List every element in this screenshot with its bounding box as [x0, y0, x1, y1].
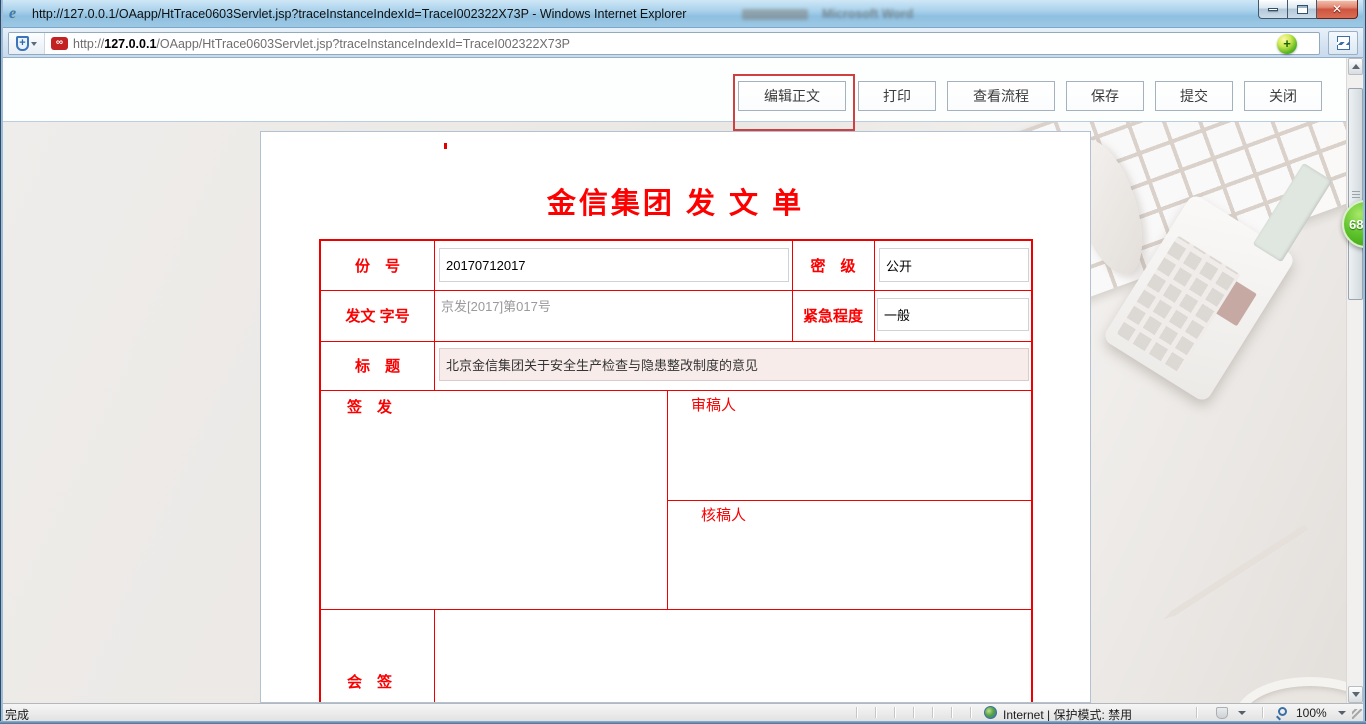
chevron-down-icon — [31, 42, 37, 46]
urgency-input[interactable] — [877, 298, 1029, 331]
table-line — [667, 500, 1031, 501]
label-countersign: 会 签 — [347, 671, 392, 692]
title-bar: e http://127.0.0.1/OAapp/HtTrace0603Serv… — [0, 0, 1366, 28]
label-doc-number: 发文 字号 — [321, 290, 434, 341]
minimize-button[interactable] — [1258, 0, 1287, 19]
annotation-highlight-box — [733, 74, 855, 131]
photo-dish — [1235, 677, 1346, 703]
zoom-level[interactable]: 100% — [1296, 706, 1327, 720]
vertical-scrollbar[interactable] — [1346, 58, 1363, 703]
dispatch-form-table: 份 号 密 级 发文 字号 紧急程度 标 题 签 发 审稿人 核稿人 会 签 京… — [319, 239, 1033, 703]
internet-zone-icon — [984, 706, 997, 719]
minimize-icon — [1268, 8, 1278, 11]
close-icon: ✕ — [1332, 3, 1342, 15]
copy-number-input[interactable] — [439, 248, 789, 282]
window-controls: ✕ — [1258, 0, 1358, 19]
scroll-down-button[interactable] — [1348, 686, 1363, 703]
ghost-word-title: Microsoft Word — [822, 7, 913, 21]
site-favicon: ∞ — [51, 37, 68, 50]
label-secrecy-level: 密 级 — [792, 241, 874, 290]
label-copy-number: 份 号 — [321, 241, 434, 290]
resize-grip[interactable] — [1352, 709, 1362, 719]
doc-number-value: 京发[2017]第017号 — [441, 296, 551, 315]
window-frame-left — [0, 0, 3, 724]
document-viewport: 金信集团 发 文 单 份 号 密 级 发文 字号 紧急程度 标 题 签 — [0, 122, 1346, 703]
smartscreen-icon[interactable] — [1216, 707, 1228, 719]
broken-page-icon — [1337, 36, 1350, 50]
compatibility-view-button[interactable] — [1328, 31, 1358, 55]
arrow-down-icon — [1352, 692, 1360, 697]
table-line — [434, 609, 435, 703]
status-separator — [913, 707, 914, 718]
address-bar: + ∞ http://127.0.0.1/OAapp/HtTrace0603Se… — [0, 28, 1366, 58]
close-page-button[interactable]: 关闭 — [1244, 81, 1322, 111]
status-separator — [894, 707, 895, 718]
arrow-up-icon — [1352, 64, 1360, 69]
shield-plus-icon: + — [16, 36, 29, 51]
table-line — [874, 241, 875, 341]
status-separator — [1262, 707, 1263, 718]
save-button[interactable]: 保存 — [1066, 81, 1144, 111]
label-checker: 核稿人 — [701, 504, 746, 525]
status-separator — [951, 707, 952, 718]
chevron-down-icon[interactable] — [1238, 711, 1246, 715]
url-text: http://127.0.0.1/OAapp/HtTrace0603Servle… — [73, 37, 570, 51]
maximize-icon — [1297, 5, 1308, 14]
print-button[interactable]: 打印 — [858, 81, 936, 111]
shield-button[interactable]: + — [9, 33, 45, 54]
page-toolbar: 上传附件 编辑正文 打印 查看流程 保存 提交 关闭 — [0, 58, 1346, 122]
ghost-text-block — [742, 9, 808, 20]
submit-button[interactable]: 提交 — [1155, 81, 1233, 111]
window-title: http://127.0.0.1/OAapp/HtTrace0603Servle… — [32, 7, 686, 21]
status-separator — [875, 707, 876, 718]
secrecy-level-input[interactable] — [879, 248, 1029, 282]
red-cursor-mark — [444, 143, 447, 149]
label-title: 标 题 — [321, 341, 434, 390]
maximize-button[interactable] — [1287, 0, 1317, 19]
scroll-up-button[interactable] — [1348, 58, 1363, 75]
table-line — [321, 390, 1031, 391]
status-separator — [1196, 707, 1197, 718]
zoom-magnifier-icon[interactable] — [1278, 707, 1287, 716]
table-line — [321, 609, 1031, 610]
scrollbar-grip-icon — [1352, 190, 1360, 198]
table-line — [434, 241, 435, 390]
status-bar: 完成 Internet | 保护模式: 禁用 100% — [0, 703, 1366, 721]
document-page: 金信集团 发 文 单 份 号 密 级 发文 字号 紧急程度 标 题 签 — [260, 131, 1091, 703]
address-field[interactable]: + ∞ http://127.0.0.1/OAapp/HtTrace0603Se… — [8, 32, 1320, 55]
label-reviewer: 审稿人 — [691, 394, 736, 415]
photo-pen — [1162, 524, 1308, 622]
plugin-orb-icon[interactable]: + — [1277, 34, 1297, 54]
document-title: 金信集团 发 文 单 — [261, 180, 1090, 222]
status-separator — [856, 707, 857, 718]
title-input[interactable] — [439, 348, 1029, 381]
label-urgency: 紧急程度 — [792, 290, 874, 341]
ie-logo-icon: e — [9, 5, 26, 22]
chevron-down-icon[interactable] — [1338, 711, 1346, 715]
close-button[interactable]: ✕ — [1317, 0, 1358, 19]
view-workflow-button[interactable]: 查看流程 — [947, 81, 1055, 111]
status-separator — [932, 707, 933, 718]
ie-window: e http://127.0.0.1/OAapp/HtTrace0603Serv… — [0, 0, 1366, 724]
label-sign-issue: 签 发 — [347, 396, 392, 417]
scrollbar-thumb[interactable] — [1348, 88, 1363, 300]
status-separator — [970, 707, 971, 718]
background-window-ghost: Microsoft Word — [742, 7, 913, 21]
